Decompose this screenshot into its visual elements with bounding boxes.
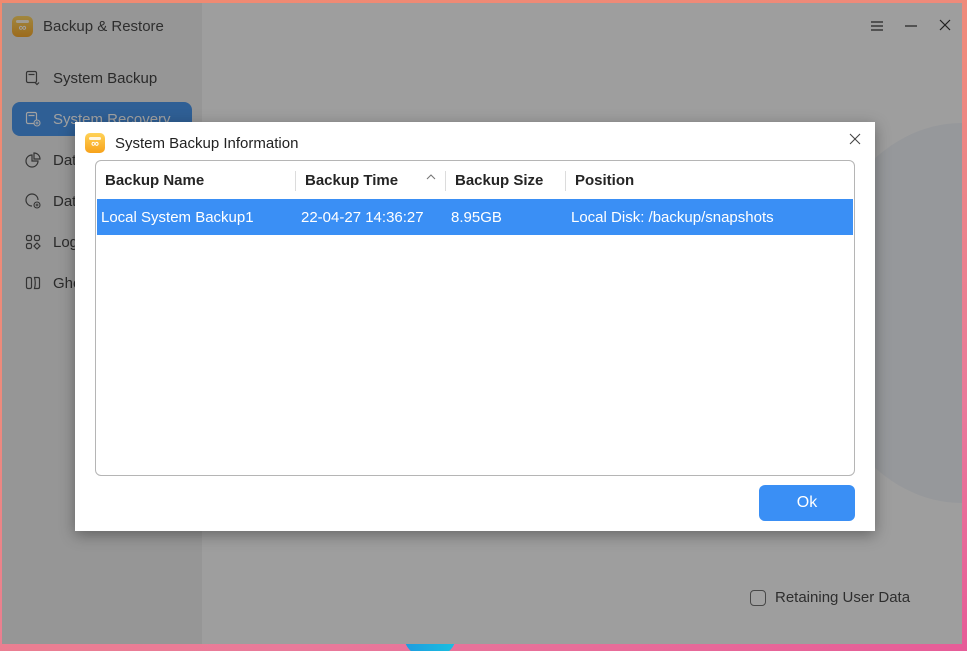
column-label: Backup Name [105, 171, 205, 189]
column-label: Backup Time [305, 171, 399, 189]
sort-ascending-icon [426, 171, 436, 183]
cell-position: Local Disk: /backup/snapshots [571, 208, 774, 226]
dialog-header: System Backup Information [85, 130, 875, 156]
backup-table: Backup Name Backup Time Backup Size Posi… [95, 160, 855, 476]
app-logo-icon [85, 133, 105, 153]
column-header-position[interactable]: Position [566, 161, 854, 199]
cell-backup-size: 8.95GB [451, 208, 502, 226]
ok-button[interactable]: Ok [759, 485, 855, 521]
column-label: Backup Size [455, 171, 544, 189]
cell-backup-name: Local System Backup1 [101, 208, 254, 226]
dialog-close-button[interactable] [847, 132, 863, 148]
cell-backup-time: 22-04-27 14:36:27 [301, 208, 424, 226]
column-header-backup-size[interactable]: Backup Size [446, 161, 566, 199]
dialog-title: System Backup Information [115, 134, 299, 152]
table-row[interactable]: Local System Backup1 22-04-27 14:36:27 8… [97, 199, 853, 235]
column-label: Position [575, 171, 635, 189]
column-header-backup-time[interactable]: Backup Time [296, 161, 446, 199]
column-header-backup-name[interactable]: Backup Name [96, 161, 296, 199]
table-header: Backup Name Backup Time Backup Size Posi… [96, 161, 854, 199]
close-icon [849, 133, 861, 145]
backup-info-dialog: System Backup Information Backup Name Ba… [75, 122, 875, 531]
